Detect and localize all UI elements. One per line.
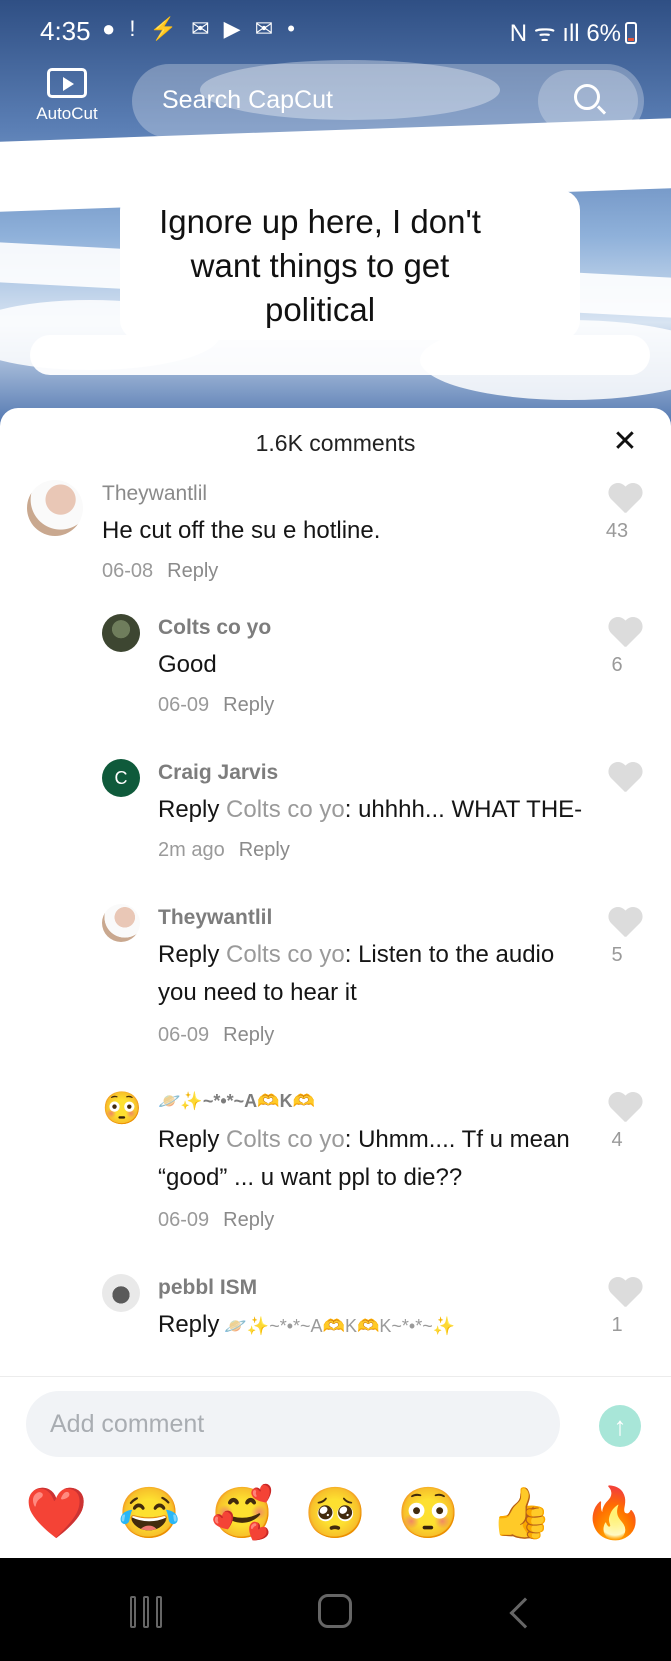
search-bar[interactable]: Search CapCut: [132, 64, 644, 138]
comment-meta: 06-09 Reply: [158, 1024, 274, 1047]
comment-username[interactable]: Theywantlil: [158, 906, 272, 930]
like-heart-icon[interactable]: [607, 1278, 643, 1310]
status-time: 4:35: [40, 16, 91, 46]
search-placeholder: Search CapCut: [162, 86, 333, 114]
recent-apps-icon[interactable]: [130, 1596, 162, 1628]
comment-username[interactable]: Theywantlil: [102, 482, 207, 506]
comments-list[interactable]: Theywantlil He cut off the su e hotline.…: [0, 468, 671, 1376]
like-heart-icon[interactable]: [607, 908, 643, 940]
autocut-label: AutoCut: [36, 104, 98, 123]
reply-word: Reply: [158, 941, 220, 968]
avatar[interactable]: [27, 480, 83, 536]
emoji-red-heart[interactable]: ❤️: [17, 1473, 97, 1553]
comment-date: 2m ago: [158, 839, 225, 861]
send-arrow-icon[interactable]: ↑: [599, 1405, 641, 1447]
comment-meta: 06-09 Reply: [158, 1209, 274, 1232]
like-count: 4: [611, 1129, 623, 1151]
close-icon[interactable]: ✕: [607, 424, 643, 460]
reply-word: Reply: [158, 1311, 220, 1338]
comment-date: 06-08: [102, 560, 154, 582]
comment-text: Reply 🪐✨~*•*~A🫶K🫶K~*•*~✨: [158, 1306, 455, 1345]
video-caption: Ignore up here, I don't want things to g…: [159, 203, 481, 328]
comments-count-title: 1.6K comments: [255, 430, 416, 456]
add-comment-input[interactable]: [26, 1391, 560, 1457]
avatar[interactable]: [102, 1274, 140, 1312]
status-right: N ᯤ ıll 6%: [510, 16, 637, 49]
search-button[interactable]: [538, 70, 638, 132]
comment-text: He cut off the su e hotline.: [102, 517, 381, 544]
comment-body-line1: : Uhmm.... Tf u mean: [344, 1126, 570, 1153]
comment-item: pebbl ISM Reply 🪐✨~*•*~A🫶K🫶K~*•*~✨ 1: [0, 1268, 671, 1376]
emoji-smiling-hearts[interactable]: 🥰: [203, 1473, 283, 1553]
quick-emoji-row: ❤️ 😂 🥰 🥺 😳 👍 🔥: [0, 1473, 671, 1553]
comment-meta: 06-09 Reply: [158, 694, 274, 717]
like-count: 1: [611, 1314, 623, 1336]
like-count: 43: [605, 520, 629, 542]
reply-word: Reply: [158, 796, 220, 823]
reply-button[interactable]: Reply: [223, 1209, 274, 1231]
emoji-pleading[interactable]: 🥺: [296, 1473, 376, 1553]
reply-to-user[interactable]: Colts co yo: [226, 796, 345, 823]
reply-button[interactable]: Reply: [223, 694, 274, 716]
comment-text: Good: [158, 651, 217, 678]
like-heart-icon[interactable]: [607, 484, 643, 516]
emoji-flushed[interactable]: 😳: [389, 1473, 469, 1553]
emoji-tears-of-joy[interactable]: 😂: [110, 1473, 190, 1553]
comments-sheet: 1.6K comments ✕ Theywantlil He cut off t…: [0, 408, 671, 1558]
avatar[interactable]: 😳: [102, 1089, 140, 1127]
battery-level: 6%: [586, 20, 621, 47]
reply-to-user[interactable]: 🪐✨~*•*~A🫶K🫶K~*•*~✨: [224, 1316, 455, 1336]
signal-icons: N ᯤ ıll: [509, 20, 580, 47]
comment-item: 😳 🪐✨~*•*~A🫶K🫶 Reply Colts co yo: Uhmm...…: [0, 1083, 671, 1253]
reply-button[interactable]: Reply: [167, 560, 218, 582]
reply-to-user[interactable]: Colts co yo: [226, 941, 345, 968]
system-nav-bar: [0, 1558, 671, 1661]
comment-item: C Craig Jarvis Reply Colts co yo: uhhhh.…: [0, 753, 671, 883]
comment-username[interactable]: pebbl ISM: [158, 1276, 257, 1300]
reply-button[interactable]: Reply: [239, 839, 290, 861]
comment-item: Theywantlil Reply Colts co yo: Listen to…: [0, 898, 671, 1068]
comment-body-line2: “good” ... u want ppl to die??: [158, 1164, 463, 1191]
reply-word: Reply: [158, 1126, 220, 1153]
comment-body-line2: you need to hear it: [158, 979, 357, 1006]
autocut-button[interactable]: AutoCut: [26, 68, 108, 124]
like-heart-icon[interactable]: [607, 763, 643, 795]
comment-text: Reply Colts co yo: Listen to the audio y…: [158, 936, 554, 1012]
comment-item: Theywantlil He cut off the su e hotline.…: [0, 468, 671, 598]
like-heart-icon[interactable]: [607, 618, 643, 650]
emoji-fire[interactable]: 🔥: [575, 1473, 655, 1553]
status-bar: 4:35 ● ! ⚡ ✉ ▶ ✉ • N ᯤ ıll 6%: [0, 0, 671, 60]
comment-text: Reply Colts co yo: uhhhh... WHAT THE-: [158, 791, 582, 829]
reply-to-user[interactable]: Colts co yo: [226, 1126, 345, 1153]
comment-item: Colts co yo Good 06-09 Reply 6: [0, 608, 671, 738]
avatar[interactable]: C: [102, 759, 140, 797]
comment-date: 06-09: [158, 694, 210, 716]
avatar[interactable]: [102, 614, 140, 652]
back-icon[interactable]: [509, 1597, 541, 1629]
redaction-block: [30, 335, 650, 375]
comment-body-line1: : Listen to the audio: [344, 941, 555, 968]
comment-date: 06-09: [158, 1024, 210, 1046]
avatar[interactable]: [102, 904, 140, 942]
notification-icons: ● ! ⚡ ✉ ▶ ✉ •: [102, 16, 299, 41]
comment-meta: 06-08 Reply: [102, 560, 218, 583]
comment-text: Reply Colts co yo: Uhmm.... Tf u mean “g…: [158, 1121, 570, 1197]
comment-body: : uhhhh... WHAT THE-: [344, 796, 583, 823]
emoji-thumbs-up[interactable]: 👍: [482, 1473, 562, 1553]
autocut-icon: [47, 68, 87, 98]
comment-username[interactable]: 🪐✨~*•*~A🫶K🫶: [158, 1091, 315, 1112]
like-count: 5: [611, 944, 623, 966]
home-icon[interactable]: [318, 1594, 352, 1628]
battery-icon: [625, 22, 637, 44]
comment-date: 06-09: [158, 1209, 210, 1231]
search-icon: [574, 84, 600, 110]
reply-button[interactable]: Reply: [223, 1024, 274, 1046]
comment-input-bar: ↑ ❤️ 😂 🥰 🥺 😳 👍 🔥: [0, 1376, 671, 1558]
comment-username[interactable]: Craig Jarvis: [158, 761, 278, 785]
like-heart-icon[interactable]: [607, 1093, 643, 1125]
comment-username[interactable]: Colts co yo: [158, 616, 271, 640]
like-count: 6: [611, 654, 623, 676]
comment-meta: 2m ago Reply: [158, 839, 290, 862]
